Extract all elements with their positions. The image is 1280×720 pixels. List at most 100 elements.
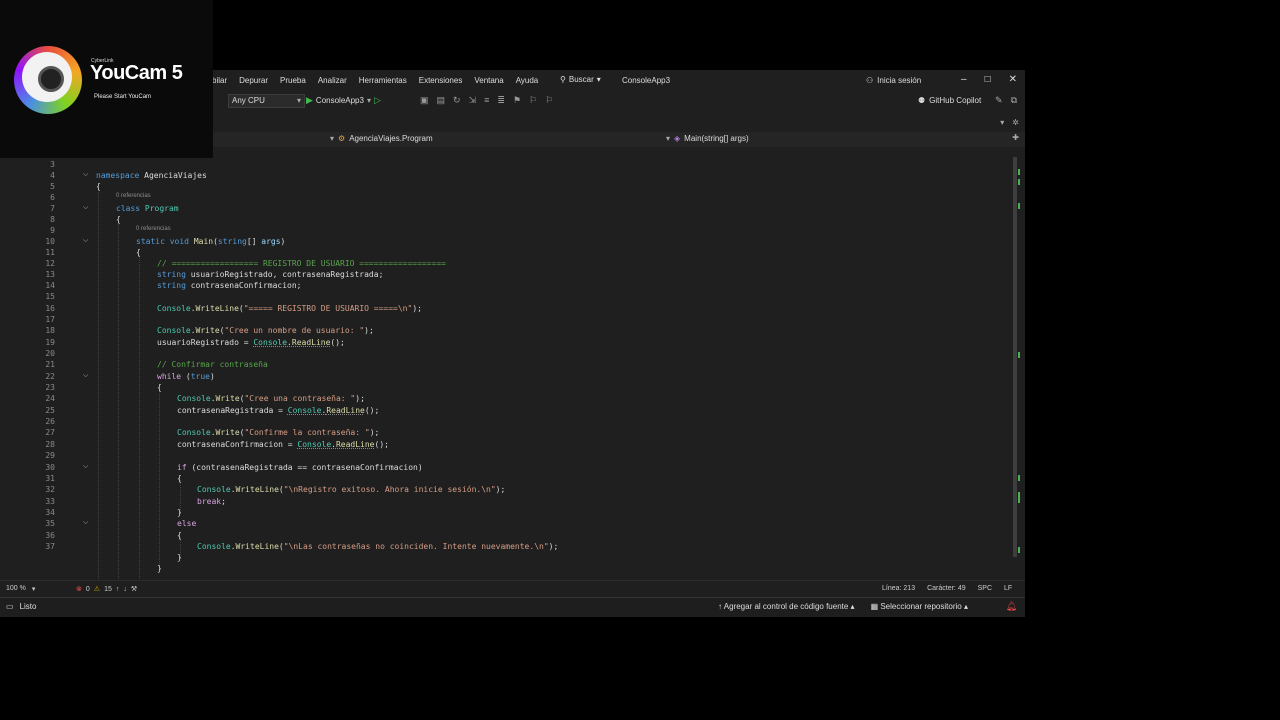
line-number: 10 [45, 237, 55, 246]
copilot-icon: ⚉ [918, 96, 926, 105]
indent-guide [118, 221, 119, 579]
codelens-references[interactable]: 0 referencias [136, 226, 171, 232]
menu-item-compilar[interactable]: bilar [212, 76, 227, 85]
identifier: usuarioRegistrado = [157, 338, 254, 347]
hot-reload-icon[interactable]: ▣ [420, 95, 429, 106]
bookmark-next-icon[interactable]: ⚐ [545, 95, 553, 106]
menu-item-depurar[interactable]: Depurar [239, 76, 268, 85]
line-ending-indicator[interactable]: LF [1004, 585, 1012, 592]
comment-icon[interactable]: ≡ [484, 95, 489, 106]
youcam-logo-icon [14, 46, 82, 114]
uncomment-icon[interactable]: ≣ [497, 95, 505, 106]
code-cleanup-icon[interactable]: ⚒ [131, 585, 137, 593]
start-without-debug-icon[interactable]: ▷ [374, 95, 381, 106]
line-number: 20 [45, 349, 55, 358]
line-number: 30 [45, 463, 55, 472]
string-literal: "Cree una contraseña: " [244, 394, 356, 403]
settings-icon[interactable]: ✲ [1012, 118, 1019, 127]
code-editor[interactable]: 2345678910111213141516171819202122232425… [0, 147, 1010, 579]
vertical-scrollbar[interactable] [1010, 147, 1025, 579]
bookmark-prev-icon[interactable]: ⚐ [529, 95, 537, 106]
start-button[interactable]: ▶ ConsoleApp3 ▾ ▷ [306, 95, 381, 106]
line-number: 36 [45, 531, 55, 540]
line-number: 37 [45, 542, 55, 551]
chevron-down-icon: ▾ [596, 75, 601, 84]
code-line-16: usuarioRegistrado = Console.ReadLine(); [157, 338, 345, 347]
sign-in-button[interactable]: ⚇ Inicia sesión [866, 76, 921, 85]
fold-toggle[interactable]: ⌵ [83, 463, 88, 471]
arrow-up-icon[interactable]: ↑ [116, 586, 120, 593]
menu-item-prueba[interactable]: Prueba [280, 76, 306, 85]
search-icon: ⚲ [560, 75, 566, 84]
close-icon[interactable]: ✕ [1009, 74, 1017, 85]
warning-count: 15 [104, 585, 112, 593]
string-literal: "\nRegistro exitoso. Ahora inicie sesión… [283, 485, 496, 494]
fold-toggle[interactable]: ⌵ [83, 237, 88, 245]
layout-icon[interactable]: ▤ [437, 95, 446, 106]
step-icon[interactable]: ⇲ [469, 95, 477, 106]
line-number: 34 [45, 508, 55, 517]
menu-item-extensiones[interactable]: Extensiones [419, 76, 463, 85]
keyword: string [157, 270, 186, 279]
tab-list-icon[interactable]: ▾ [1000, 118, 1004, 127]
search-box[interactable]: ⚲ Buscar ▾ [560, 75, 601, 84]
code-line-11: string contrasenaConfirmacion; [157, 281, 302, 290]
bookmark-icon[interactable]: ⚑ [513, 95, 521, 106]
punct: [] [246, 237, 262, 246]
menu-item-ventana[interactable]: Ventana [474, 76, 503, 85]
arrow-down-icon[interactable]: ↓ [123, 586, 127, 593]
type-name: Console [157, 304, 191, 313]
minimize-icon[interactable]: – [961, 74, 967, 85]
run-target-label: ConsoleApp3 [315, 96, 364, 105]
type-name: Console [197, 542, 231, 551]
notification-bell-icon[interactable]: 🔔︎ [1006, 601, 1017, 612]
project-title: ConsoleApp3 [622, 76, 671, 85]
codelens-references[interactable]: 0 referencias [116, 193, 151, 199]
maximize-icon[interactable]: □ [985, 74, 991, 85]
refresh-icon[interactable]: ↻ [453, 95, 461, 106]
code-line-7: static void Main(string[] args) [136, 237, 285, 246]
menu-item-herramientas[interactable]: Herramientas [359, 76, 407, 85]
menu-item-analizar[interactable]: Analizar [318, 76, 347, 85]
warning-icon: ⚠ [93, 586, 101, 593]
fold-toggle[interactable]: ⌵ [83, 519, 88, 527]
feedback-icon[interactable]: ⧉ [1011, 95, 1017, 106]
fold-toggle[interactable]: ⌵ [83, 204, 88, 212]
code-line-24: Console.Write("Confirme la contraseña: "… [177, 428, 379, 437]
play-icon: ▶ [306, 95, 313, 105]
line-number: 28 [45, 440, 55, 449]
column-indicator[interactable]: Carácter: 49 [927, 585, 966, 592]
code-line-8: { [136, 248, 141, 257]
line-number: 6 [50, 193, 55, 202]
fold-toggle[interactable]: ⌵ [83, 372, 88, 380]
ready-label: Listo [19, 602, 37, 611]
whitespace-indicator[interactable]: SPC [978, 585, 992, 592]
zoom-level: 100 % [6, 585, 26, 592]
edit-icon[interactable]: ✎ [995, 95, 1003, 106]
method-name: ReadLine [335, 440, 375, 449]
keyword: static [136, 237, 165, 246]
string-literal: "\nLas contraseñas no coinciden. Intente… [283, 542, 549, 551]
platform-select[interactable]: Any CPU [228, 94, 305, 108]
member-dropdown[interactable]: ▾ ◈ Main(string[] args) [666, 134, 749, 143]
line-indicator[interactable]: Línea: 213 [882, 585, 915, 592]
line-number: 27 [45, 428, 55, 437]
keyword: string [157, 281, 186, 290]
chevron-down-icon: ▾ [330, 134, 335, 143]
github-copilot-button[interactable]: ⚉ GitHub Copilot [918, 96, 981, 105]
scrollbar-thumb[interactable] [1013, 157, 1017, 557]
person-icon: ⚇ [866, 76, 874, 85]
add-source-control-button[interactable]: ↑ Agregar al control de código fuente ▴ [718, 602, 855, 611]
line-number: 7 [50, 204, 55, 213]
fold-toggle[interactable]: ⌵ [83, 171, 88, 179]
punct: ); [369, 428, 380, 437]
split-icon[interactable]: ✚ [1012, 133, 1019, 142]
keyword: namespace [96, 171, 140, 180]
line-number: 18 [45, 326, 55, 335]
select-repo-button[interactable]: ▦ Seleccionar repositorio ▴ [871, 602, 968, 611]
menu-item-ayuda[interactable]: Ayuda [516, 76, 539, 85]
punct: ; [221, 497, 226, 506]
type-dropdown[interactable]: ▾ ⚙ AgenciaViajes.Program [330, 134, 433, 143]
issues-indicator[interactable]: ⊗ 0 ⚠ 15 ↑ ↓ ⚒ [76, 585, 137, 594]
zoom-control[interactable]: 100 % ▾ [6, 585, 35, 593]
